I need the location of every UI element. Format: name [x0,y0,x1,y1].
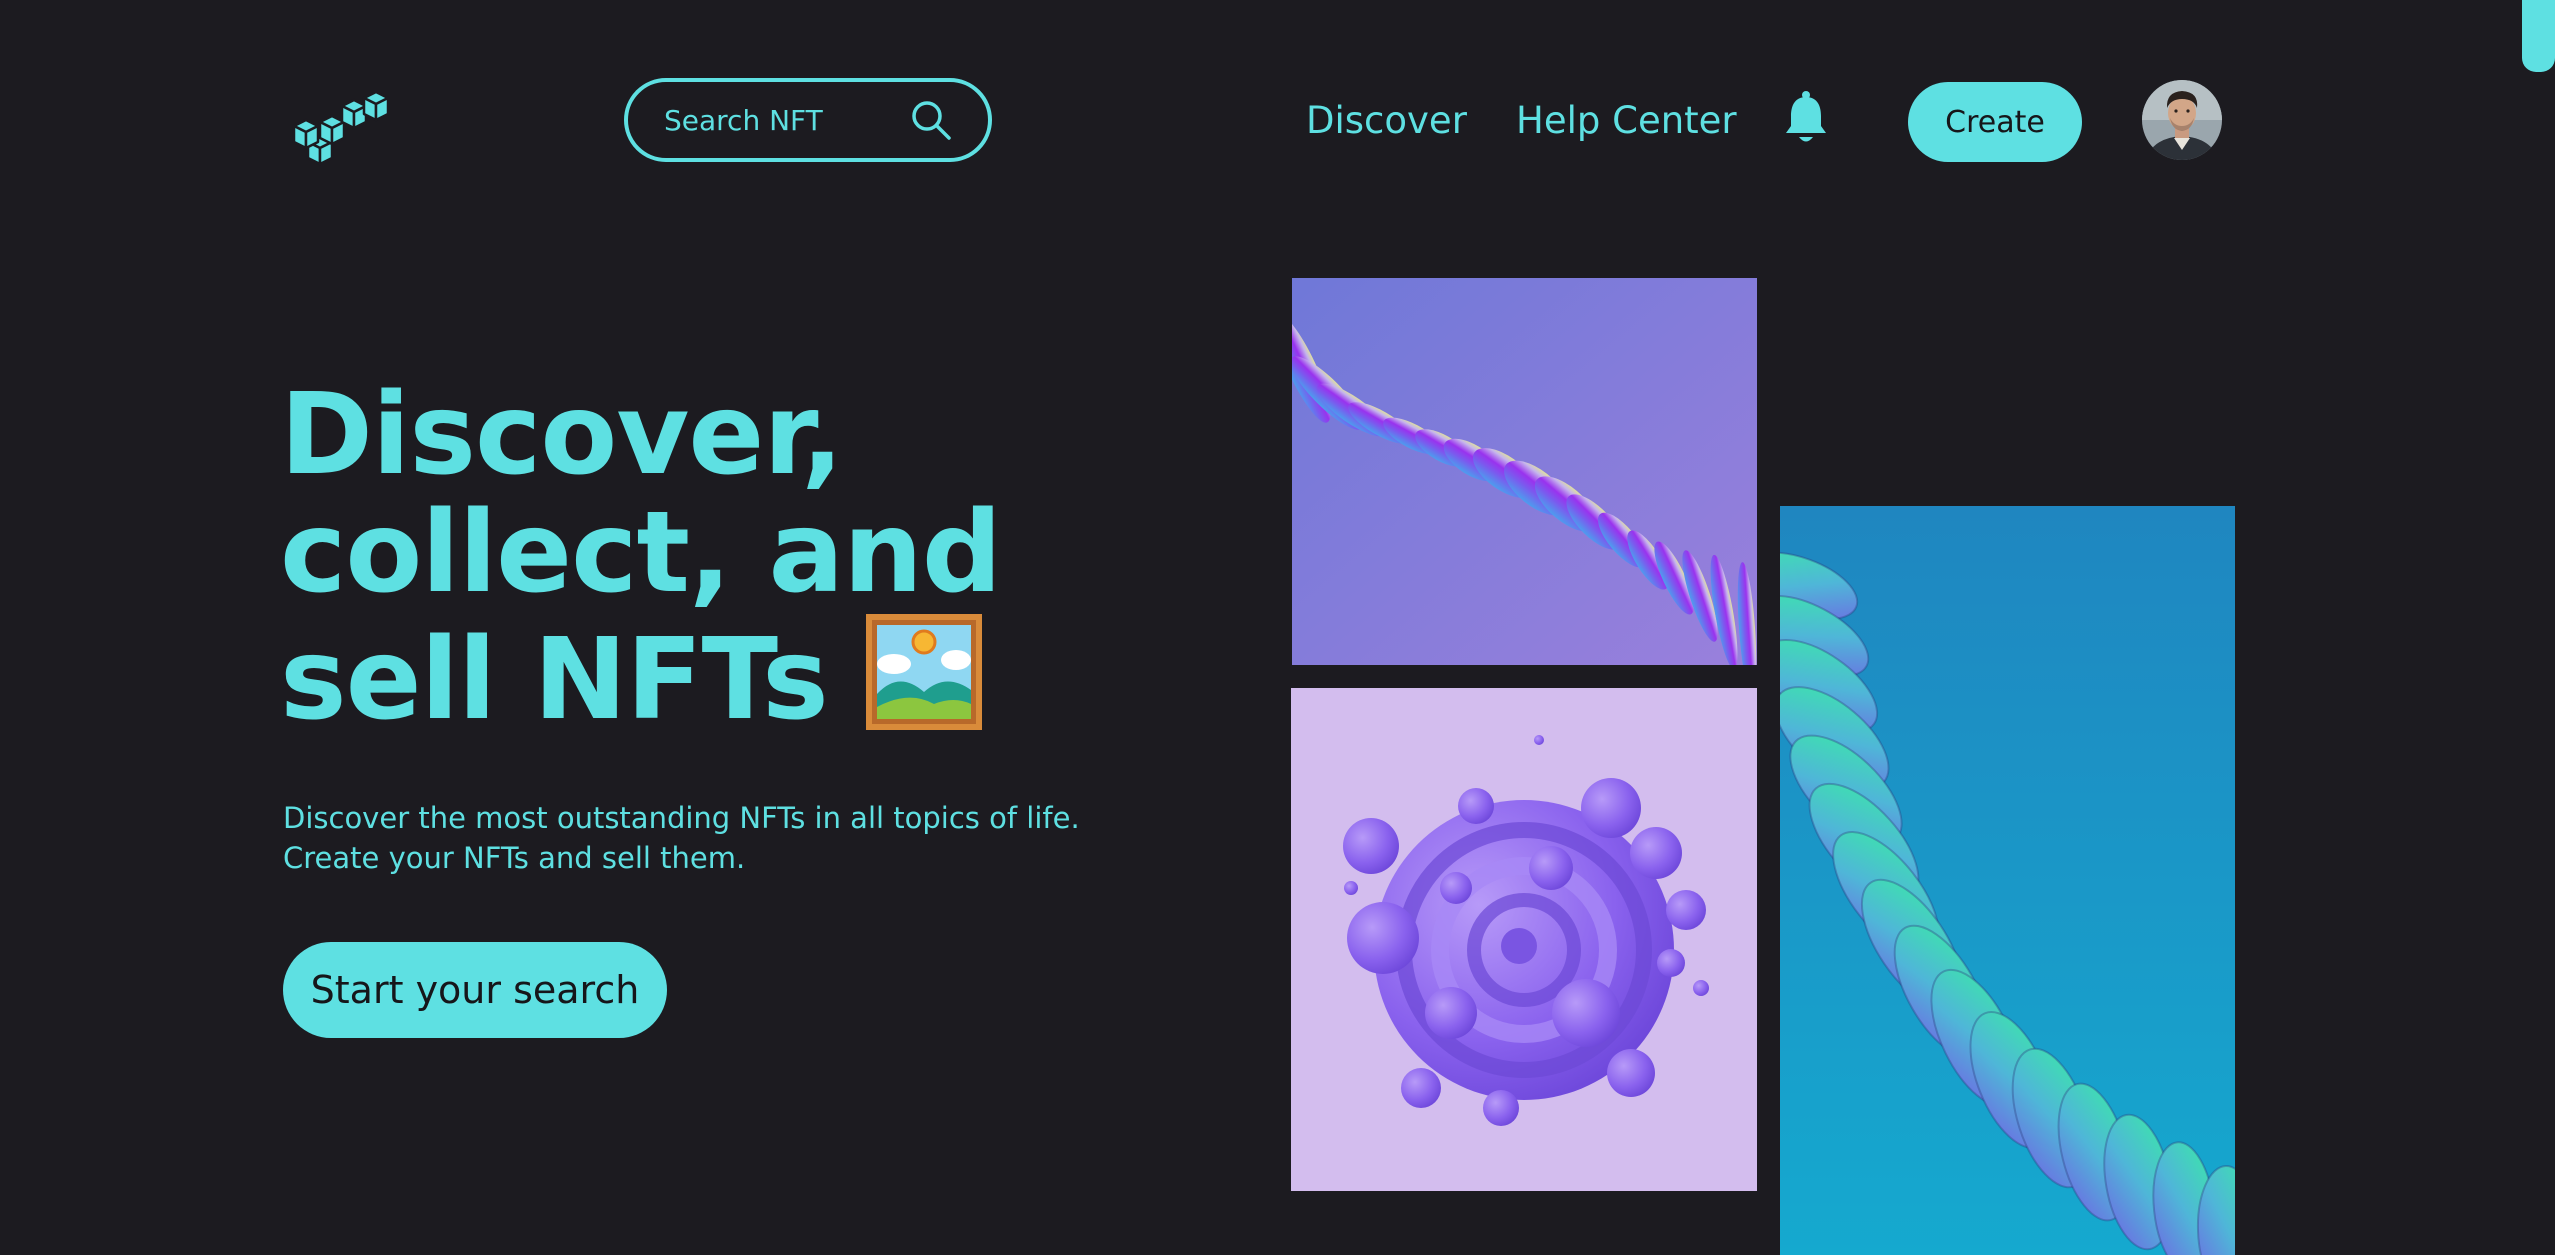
search-input[interactable] [662,102,910,138]
search-bar[interactable] [624,78,992,162]
start-search-button[interactable]: Start your search [283,942,667,1038]
hero-title: Discover, collect, and sell NFTs [280,376,1040,739]
hero-title-line: collect, and [280,488,1002,618]
user-avatar[interactable] [2142,80,2222,160]
bell-icon[interactable] [1782,90,1830,146]
hero-title-line: Discover, [280,370,844,500]
search-icon[interactable] [910,99,952,141]
purple-wave-art[interactable] [1292,278,1757,665]
hero-title-line: sell NFTs [280,615,829,745]
violet-bubble-swirl-art[interactable] [1291,688,1757,1191]
logo[interactable] [292,90,392,172]
teal-ribbon-art[interactable] [1780,506,2235,1255]
stacked-cubes-icon [292,90,390,166]
framed-picture-icon [864,612,984,732]
create-button[interactable]: Create [1908,82,2082,162]
hero-description-line: Discover the most outstanding NFTs in al… [283,801,1080,835]
nav-help-center-link[interactable]: Help Center [1516,96,1737,146]
nav-discover-link[interactable]: Discover [1306,96,1467,146]
hero-description: Discover the most outstanding NFTs in al… [283,798,1103,878]
hero-description-line: Create your NFTs and sell them. [283,841,746,875]
scrollbar-thumb[interactable] [2522,0,2555,72]
